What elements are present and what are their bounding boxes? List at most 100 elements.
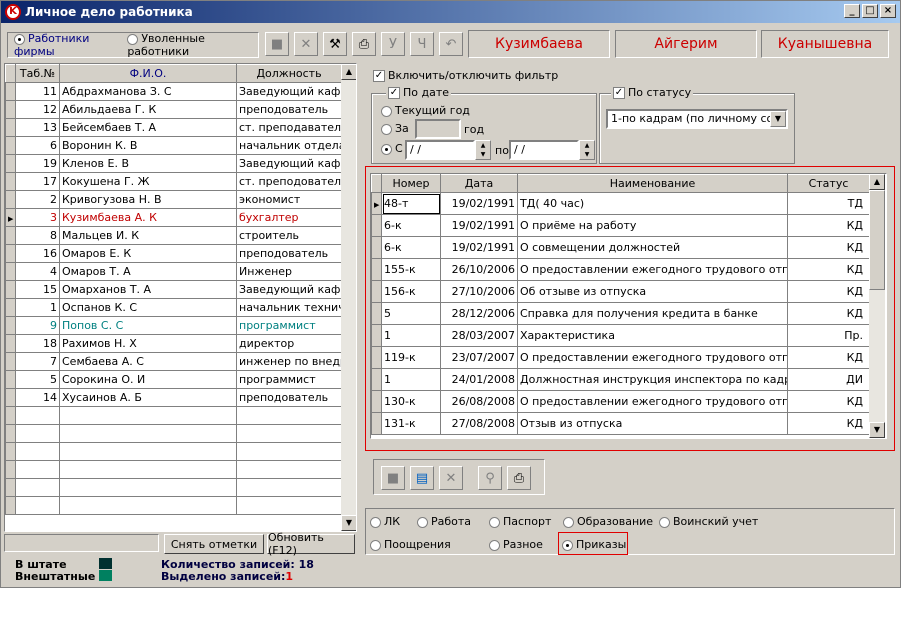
cell-tab-number[interactable]: 13: [15, 118, 60, 137]
cell-full-name[interactable]: Сорокина О. И: [59, 370, 237, 389]
col-order-date[interactable]: Дата: [440, 174, 518, 193]
table-row[interactable]: 9 Попов С. Спрограммист: [5, 316, 342, 335]
cell-full-name[interactable]: Бейсембаев Т. А: [59, 118, 237, 137]
table-row[interactable]: 131-к 27/08/2008 Отзыв из отпуска КД: [371, 412, 870, 435]
cell-order-status[interactable]: ТД: [787, 192, 870, 215]
row-indicator[interactable]: [371, 302, 382, 325]
cell-order-title[interactable]: Характеристика: [517, 324, 788, 347]
by-status-checkbox[interactable]: ✓ По статусу: [611, 86, 694, 99]
cell-full-name[interactable]: Мальцев И. К: [59, 226, 237, 245]
table-row[interactable]: 14 Хусаинов А. Бпреподователь: [5, 388, 342, 407]
cell-tab-number[interactable]: 18: [15, 334, 60, 353]
table-row[interactable]: 130-к 26/08/2008 О предоставлении ежегодно…: [371, 390, 870, 413]
cell-order-date[interactable]: 19/02/1991: [440, 192, 518, 215]
cell-order-title[interactable]: О предоставлении ежегодного трудового от…: [517, 258, 788, 281]
cell-order-status[interactable]: КД: [787, 258, 870, 281]
status-select[interactable]: 1-по кадрам (по личному соста: [606, 109, 788, 129]
cell-tab-number[interactable]: 11: [15, 82, 60, 101]
radio-for-year[interactable]: За: [381, 122, 409, 135]
cell-position[interactable]: строитель: [236, 226, 342, 245]
new-record-button[interactable]: ■: [265, 32, 289, 56]
scroll-up-icon[interactable]: ▲: [869, 174, 885, 190]
cell-tab-number[interactable]: 2: [15, 190, 60, 209]
cell-order-title[interactable]: ТД( 40 час): [517, 192, 788, 215]
row-indicator[interactable]: [5, 316, 16, 335]
cell-position[interactable]: преподователь: [236, 100, 342, 119]
row-indicator[interactable]: [371, 368, 382, 391]
row-indicator[interactable]: ▶: [371, 192, 382, 215]
cell-full-name[interactable]: Рахимов Н. Х: [59, 334, 237, 353]
cell-tab-number[interactable]: 14: [15, 388, 60, 407]
row-indicator[interactable]: [5, 136, 16, 155]
cell-order-title[interactable]: Отзыв из отпуска: [517, 412, 788, 435]
table-row[interactable]: 1 28/03/2007 Характеристика Пр.: [371, 324, 870, 347]
cell-position[interactable]: Заведующий кафедр: [236, 280, 342, 299]
row-indicator[interactable]: [5, 370, 16, 389]
cell-order-status[interactable]: КД: [787, 390, 870, 413]
cell-full-name[interactable]: Кокушена Г. Ж: [59, 172, 237, 191]
row-indicator[interactable]: [371, 214, 382, 237]
dismiss-button[interactable]: У: [381, 32, 405, 56]
cell-order-status[interactable]: КД: [787, 302, 870, 325]
row-indicator[interactable]: [5, 172, 16, 191]
table-row[interactable]: 4 Омаров Т. А Инженер: [5, 262, 342, 281]
row-indicator[interactable]: [5, 298, 16, 317]
cell-tab-number[interactable]: 1: [15, 298, 60, 317]
scroll-up-icon[interactable]: ▲: [341, 64, 356, 80]
filter-toggle-checkbox[interactable]: ✓ Включить/отключить фильтр: [373, 69, 558, 82]
table-row[interactable]: 12 Абильдаева Г. Кпреподователь: [5, 100, 342, 119]
cell-tab-number[interactable]: 7: [15, 352, 60, 371]
cell-full-name[interactable]: Кривогузова Н. В: [59, 190, 237, 209]
col-order-status[interactable]: Статус: [787, 174, 870, 193]
radio-section-education[interactable]: Образование: [563, 515, 653, 528]
cell-order-number[interactable]: 155-к: [381, 258, 441, 281]
cell-position[interactable]: экономист: [236, 190, 342, 209]
cell-tab-number[interactable]: 16: [15, 244, 60, 263]
col-order-title[interactable]: Наименование: [517, 174, 788, 193]
table-row[interactable]: 119-к 23/07/2007 О предоставлении ежегодно…: [371, 346, 870, 369]
orders-print-button[interactable]: ⎙: [507, 466, 531, 490]
cell-order-number[interactable]: 130-к: [381, 390, 441, 413]
by-date-checkbox[interactable]: ✓ По дате: [386, 86, 452, 99]
row-indicator[interactable]: [5, 118, 16, 137]
cell-full-name[interactable]: Омаров Е. К: [59, 244, 237, 263]
row-indicator[interactable]: [371, 412, 382, 435]
row-indicator[interactable]: [5, 226, 16, 245]
row-indicator[interactable]: [371, 258, 382, 281]
col-position[interactable]: Должность: [236, 64, 342, 83]
cell-position[interactable]: начальник техничес: [236, 298, 342, 317]
cell-full-name[interactable]: Оспанов К. С: [59, 298, 237, 317]
table-row[interactable]: 18 Рахимов Н. Хдиректор: [5, 334, 342, 353]
row-indicator[interactable]: [5, 262, 16, 281]
orders-find-button[interactable]: ⚲: [478, 466, 502, 490]
cell-position[interactable]: Заведующий кафедр: [236, 154, 342, 173]
table-row[interactable]: 8 Мальцев И. Кстроитель: [5, 226, 342, 245]
cell-tab-number[interactable]: 4: [15, 262, 60, 281]
cell-order-number[interactable]: 131-к: [381, 412, 441, 435]
cell-position[interactable]: бухгалтер: [236, 208, 342, 227]
cell-order-date[interactable]: 24/01/2008: [440, 368, 518, 391]
cell-full-name[interactable]: Абдрахманова З. С: [59, 82, 237, 101]
radio-dismissed-employees[interactable]: Уволенные работники: [127, 32, 258, 58]
orders-open-button[interactable]: ▤: [410, 466, 434, 490]
cell-order-status[interactable]: КД: [787, 280, 870, 303]
table-row[interactable]: 2 Кривогузова Н. Вэкономист: [5, 190, 342, 209]
row-indicator[interactable]: [5, 82, 16, 101]
cell-position[interactable]: инженер по внедре: [236, 352, 342, 371]
cell-order-status[interactable]: КД: [787, 346, 870, 369]
radio-active-employees[interactable]: Работники фирмы: [14, 32, 123, 58]
year-input[interactable]: [415, 119, 461, 139]
date-to-input[interactable]: / /: [509, 140, 579, 160]
orders-delete-button[interactable]: ✕: [439, 466, 463, 490]
print-button[interactable]: ⎙: [352, 32, 376, 56]
cell-order-title[interactable]: Об отзыве из отпуска: [517, 280, 788, 303]
cell-order-number[interactable]: 6-к: [381, 236, 441, 259]
table-row[interactable]: 11Абдрахманова З. СЗаведующий кафедр: [5, 82, 342, 101]
cell-full-name[interactable]: Кузимбаева А. К: [59, 208, 237, 227]
cell-tab-number[interactable]: 17: [15, 172, 60, 191]
cell-position[interactable]: программист: [236, 370, 342, 389]
cell-full-name[interactable]: Абильдаева Г. К: [59, 100, 237, 119]
chevron-down-icon[interactable]: ▼: [770, 111, 786, 127]
cell-order-title[interactable]: Должностная инструкция инспектора по кад…: [517, 368, 788, 391]
cell-order-number[interactable]: 1: [381, 324, 441, 347]
